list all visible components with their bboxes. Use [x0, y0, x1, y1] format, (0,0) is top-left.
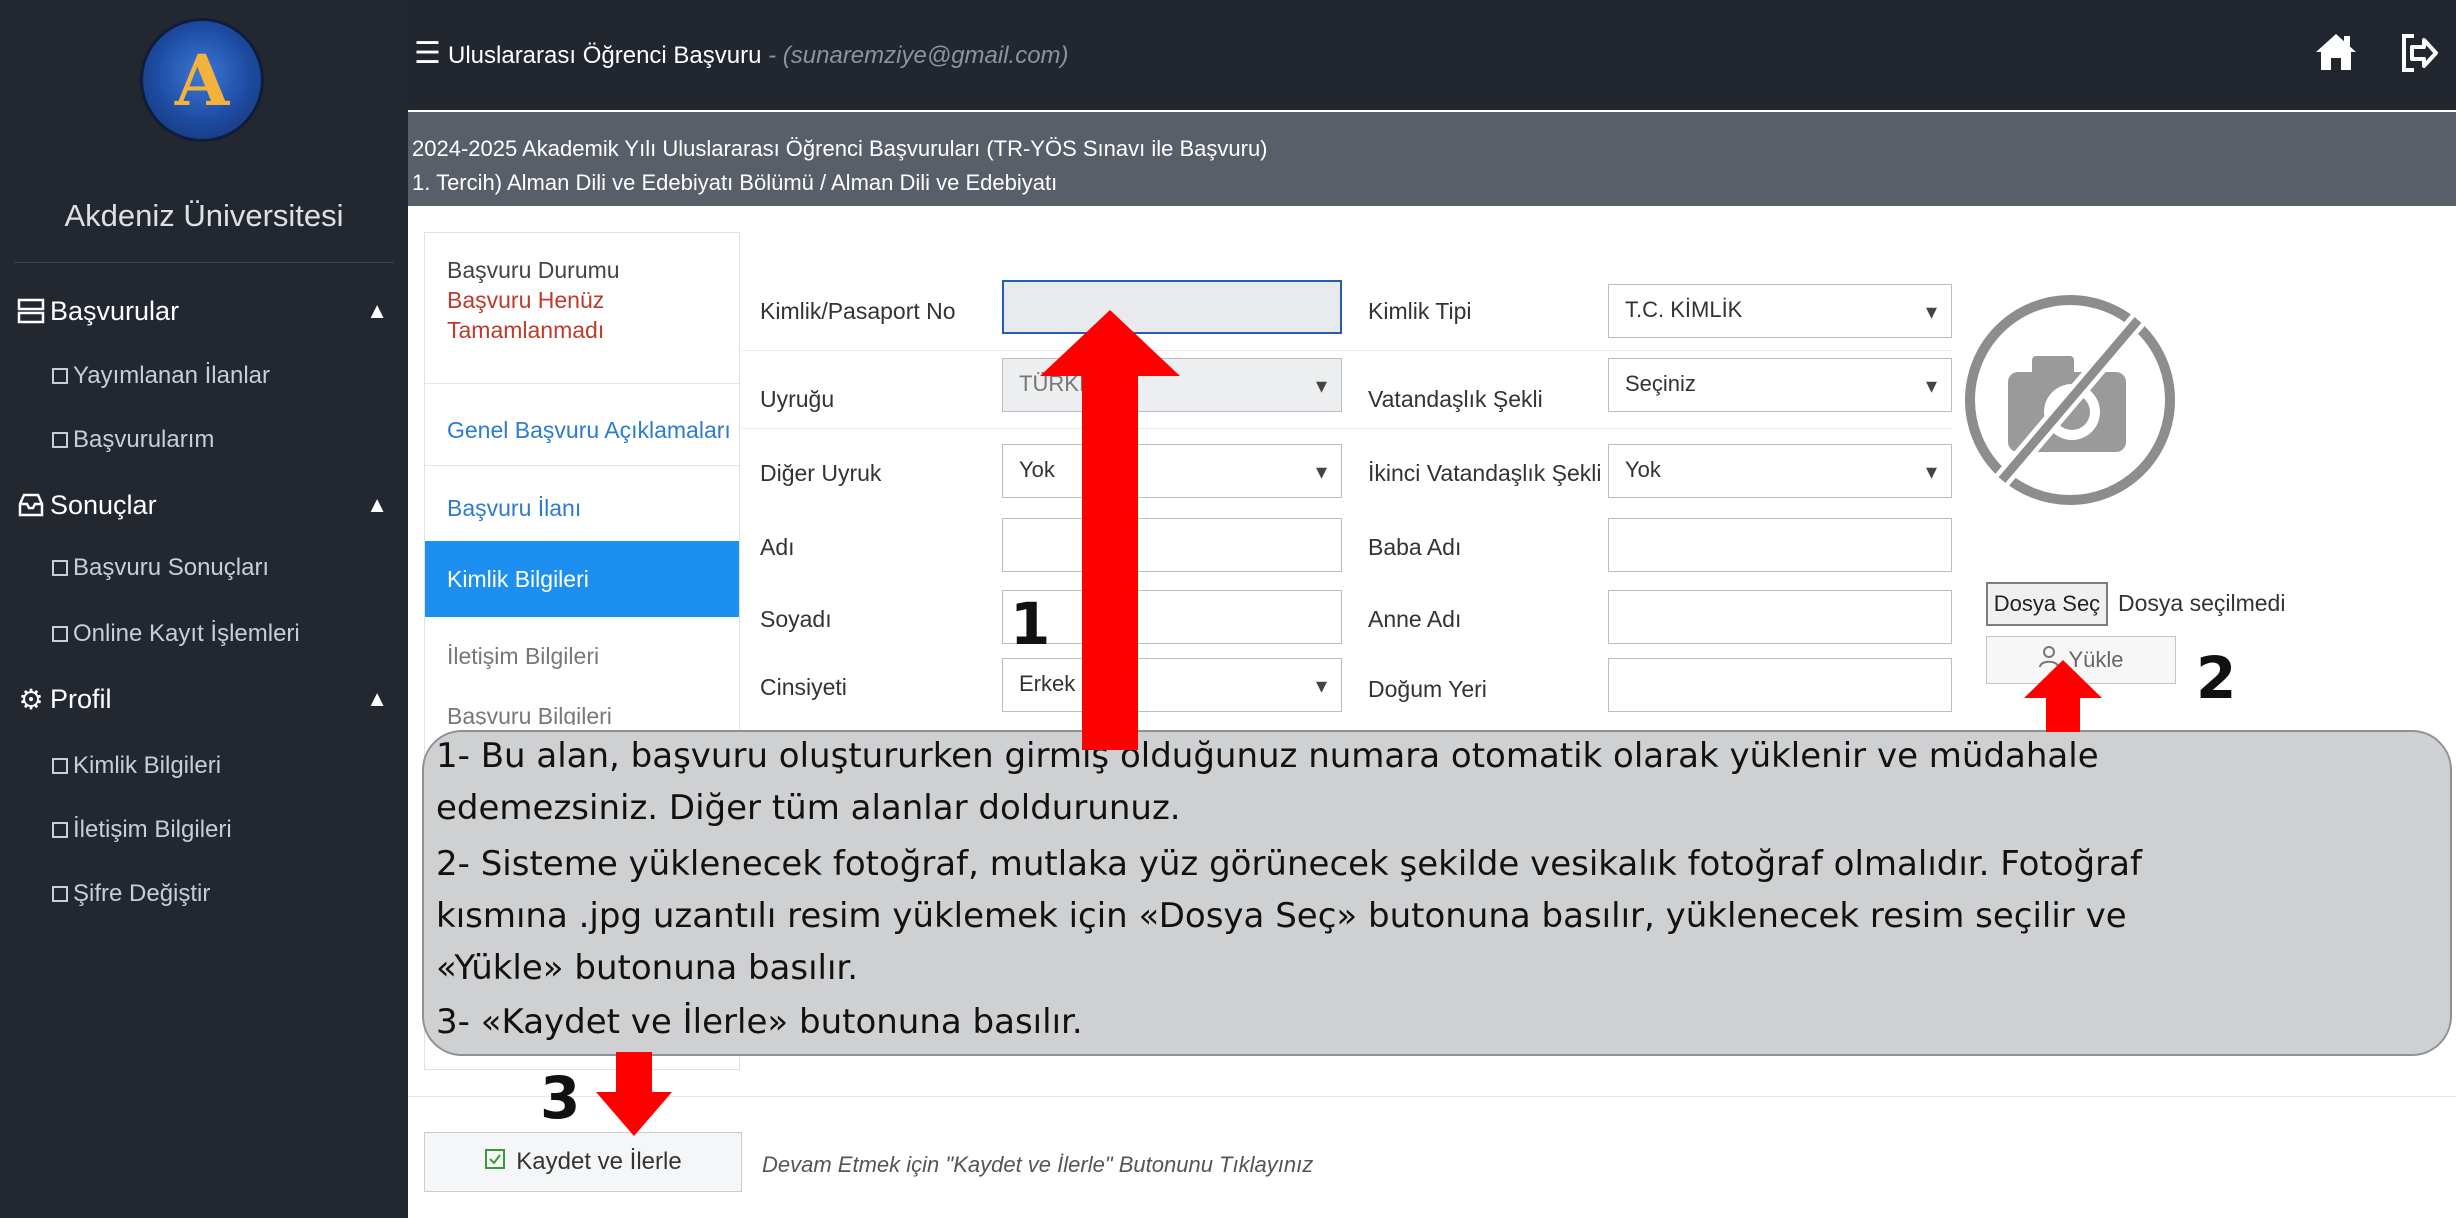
chevron-up-icon[interactable]: ▲ [366, 686, 388, 712]
sidebar-item-label: Şifre Değiştir [73, 880, 211, 907]
tab-divider [425, 383, 739, 384]
anne-adi-label: Anne Adı [1368, 606, 1462, 632]
ikinci-vatandaslik-select[interactable]: Yok [1608, 444, 1952, 498]
save-hint: Devam Etmek için "Kaydet ve İlerle" Buto… [762, 1152, 1314, 1177]
no-photo-icon [1965, 295, 2175, 505]
choose-file-button[interactable]: Dosya Seç [1986, 582, 2108, 626]
callout-line: edemezsiniz. Diğer tüm alanlar doldurunu… [436, 788, 1181, 828]
annotation-arrow-1 [1040, 310, 1180, 750]
tab-kimlik-bilgileri[interactable]: Kimlik Bilgileri [425, 541, 739, 617]
vatandaslik-select[interactable]: Seçiniz [1608, 358, 1952, 412]
gears-icon: ⚙ [18, 683, 44, 715]
status-value-2: Tamamlanmadı [447, 317, 605, 343]
server-icon [16, 296, 46, 326]
sidebar-item-sifre-degistir[interactable]: Şifre Değiştir [52, 874, 210, 914]
square-icon [52, 432, 68, 448]
callout-line: 3- «Kaydet ve İlerle» butonuna basılır. [436, 1002, 1083, 1042]
sidebar-section-label: Başvurular [50, 295, 180, 326]
sidebar-section-label: Profil [50, 683, 112, 714]
sidebar-item-yayimlanan-ilanlar[interactable]: Yayımlanan İlanlar [52, 356, 270, 396]
save-and-continue-button[interactable]: Kaydet ve İlerle [424, 1132, 742, 1192]
tab-iletisim-bilgileri[interactable]: İletişim Bilgileri [425, 643, 739, 670]
diger-uyruk-label: Diğer Uyruk [760, 460, 882, 486]
application-status: Başvuru Durumu Başvuru Henüz Tamamlanmad… [425, 255, 739, 345]
baba-adi-label: Baba Adı [1368, 534, 1462, 560]
sidebar-item-label: İletişim Bilgileri [73, 816, 232, 843]
row-divider [742, 350, 1952, 351]
tab-divider [425, 465, 739, 466]
inbox-icon [16, 490, 46, 520]
exit-icon[interactable] [2396, 30, 2442, 76]
sidebar-divider [14, 262, 394, 263]
sidebar-item-label: Online Kayıt İşlemleri [73, 620, 300, 647]
chevron-up-icon[interactable]: ▲ [366, 492, 388, 518]
sidebar: A Akdeniz Üniversitesi Başvurular ▲ Yayı… [0, 0, 408, 1218]
chevron-up-icon[interactable]: ▲ [366, 298, 388, 324]
sidebar-section-profil[interactable]: ⚙ Profil ▲ [16, 676, 388, 722]
dogum-yeri-label: Doğum Yeri [1368, 676, 1487, 702]
anne-adi-input[interactable] [1608, 590, 1952, 644]
top-bar: ☰ Uluslararası Öğrenci Başvuru - (sunare… [408, 0, 2456, 110]
annotation-arrow-2 [2024, 660, 2102, 732]
menu-icon[interactable]: ☰ [414, 36, 441, 71]
sidebar-item-label: Başvuru Sonuçları [73, 554, 270, 581]
heading-line-2: 1. Tercih) Alman Dili ve Edebiyatı Bölüm… [412, 170, 1058, 195]
status-title: Başvuru Durumu [447, 257, 620, 283]
sidebar-item-kimlik-bilgileri[interactable]: Kimlik Bilgileri [52, 746, 221, 786]
square-icon [52, 886, 68, 902]
university-logo: A [140, 18, 264, 142]
kimlik-tipi-select[interactable]: T.C. KİMLİK [1608, 284, 1952, 338]
square-icon [52, 822, 68, 838]
uyrugu-label: Uyruğu [760, 386, 835, 412]
heading-line-1: 2024-2025 Akademik Yılı Uluslararası Öğr… [412, 136, 1268, 161]
square-icon [52, 758, 68, 774]
sidebar-item-basvurularim[interactable]: Başvurularım [52, 420, 214, 460]
adi-label: Adı [760, 534, 795, 560]
instruction-callout: 1- Bu alan, başvuru oluştururken girmiş … [422, 730, 2452, 1056]
kimlik-tipi-label: Kimlik Tipi [1368, 298, 1472, 324]
callout-line: 2- Sisteme yüklenecek fotoğraf, mutlaka … [436, 844, 2142, 884]
callout-line: kısmına .jpg uzantılı resim yüklemek içi… [436, 896, 2127, 936]
annotation-number-1: 1 [1010, 590, 1051, 658]
sidebar-section-label: Sonuçlar [50, 489, 157, 520]
ikinci-vatandaslik-label: İkinci Vatandaşlık Şekli [1368, 460, 1602, 486]
file-status: Dosya seçilmedi [2118, 590, 2286, 616]
soyadi-label: Soyadı [760, 606, 832, 632]
square-icon [52, 626, 68, 642]
save-icon [484, 1148, 506, 1176]
page-heading: 2024-2025 Akademik Yılı Uluslararası Öğr… [408, 112, 2456, 206]
sidebar-section-basvurular[interactable]: Başvurular ▲ [16, 288, 388, 334]
university-name: Akdeniz Üniversitesi [64, 198, 344, 233]
sidebar-item-label: Başvurularım [73, 426, 215, 453]
user-email: - (sunaremziye@gmail.com) [761, 42, 1069, 69]
app-title-text: Uluslararası Öğrenci Başvuru [448, 42, 762, 69]
square-icon [52, 560, 68, 576]
callout-line: 1- Bu alan, başvuru oluştururken girmiş … [436, 736, 2099, 776]
cinsiyet-label: Cinsiyeti [760, 674, 847, 700]
tab-basvuru-bilgileri[interactable]: Başvuru Bilgileri [425, 703, 739, 725]
tab-genel-aciklamalar[interactable]: Genel Başvuru Açıklamaları [425, 417, 739, 444]
sidebar-item-label: Kimlik Bilgileri [73, 752, 222, 779]
annotation-number-3: 3 [540, 1064, 581, 1132]
sidebar-item-basvuru-sonuclari[interactable]: Başvuru Sonuçları [52, 548, 269, 588]
status-value-1: Başvuru Henüz [447, 287, 605, 313]
sidebar-item-online-kayit[interactable]: Online Kayıt İşlemleri [52, 614, 300, 654]
row-divider [742, 428, 1952, 429]
tab-label: Kimlik Bilgileri [447, 565, 589, 592]
baba-adi-input[interactable] [1608, 518, 1952, 572]
annotation-number-2: 2 [2196, 644, 2237, 712]
tab-basvuru-ilani[interactable]: Başvuru İlanı [425, 495, 739, 522]
dogum-yeri-input[interactable] [1608, 658, 1952, 712]
app-title: Uluslararası Öğrenci Başvuru - (sunaremz… [448, 42, 1069, 70]
annotation-arrow-3 [596, 1052, 672, 1136]
vatandaslik-label: Vatandaşlık Şekli [1368, 386, 1543, 412]
home-icon[interactable] [2312, 28, 2360, 76]
square-icon [52, 368, 68, 384]
sidebar-section-sonuclar[interactable]: Sonuçlar ▲ [16, 482, 388, 528]
sidebar-item-label: Yayımlanan İlanlar [73, 362, 270, 389]
sidebar-item-iletisim-bilgileri[interactable]: İletişim Bilgileri [52, 810, 232, 850]
kimlik-no-label: Kimlik/Pasaport No [760, 298, 956, 324]
save-button-label: Kaydet ve İlerle [516, 1148, 682, 1175]
callout-line: «Yükle» butonuna basılır. [436, 948, 859, 988]
